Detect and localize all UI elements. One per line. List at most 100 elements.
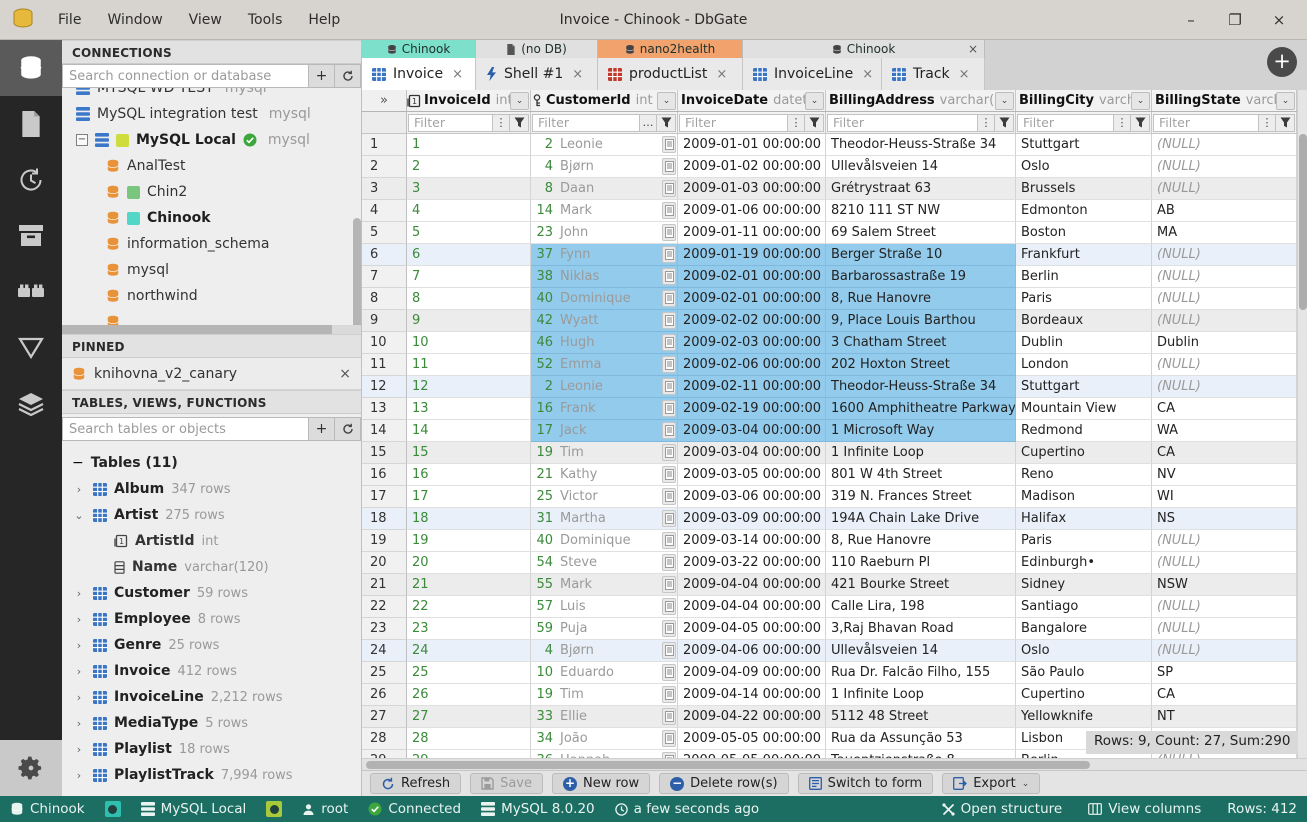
tab-invoiceline[interactable]: InvoiceLine × xyxy=(743,58,882,90)
cell-date[interactable]: 2009-02-01 00:00:00 xyxy=(678,266,826,288)
connection-item-chinook[interactable]: Chinook xyxy=(62,205,361,231)
cell-date[interactable]: 2009-03-14 00:00:00 xyxy=(678,530,826,552)
connection-item-analtest[interactable]: AnalTest xyxy=(62,153,361,179)
cell-addr[interactable]: 8210 111 ST NW xyxy=(826,200,1016,222)
restore-button[interactable]: ❐ xyxy=(1225,11,1245,29)
collapse-toggle[interactable]: − xyxy=(72,455,84,471)
cell-cust[interactable]: 19 Tim xyxy=(531,442,678,464)
cell-cust[interactable]: 40 Dominique xyxy=(531,288,678,310)
row-number[interactable]: 15 xyxy=(362,442,407,464)
row-number[interactable]: 29 xyxy=(362,750,407,758)
grid-vertical-scrollbar[interactable] xyxy=(1297,90,1307,758)
connections-vertical-scrollbar[interactable] xyxy=(353,218,361,334)
cell-date[interactable]: 2009-04-09 00:00:00 xyxy=(678,662,826,684)
cell-city[interactable]: London xyxy=(1016,354,1152,376)
column-header-addr[interactable]: BillingAddress varchar(70⌄ xyxy=(826,90,1016,111)
rail-item-layers[interactable] xyxy=(0,376,62,432)
close-tab-icon[interactable]: × xyxy=(572,67,583,82)
cell-state[interactable]: (NULL) xyxy=(1152,266,1297,288)
cell-cust[interactable]: 59 Puja xyxy=(531,618,678,640)
cell-state[interactable]: (NULL) xyxy=(1152,244,1297,266)
filter-input-state[interactable] xyxy=(1153,113,1259,132)
cell-city[interactable]: Paris xyxy=(1016,288,1152,310)
cell-state[interactable]: NSW xyxy=(1152,574,1297,596)
cell-state[interactable]: CA xyxy=(1152,684,1297,706)
cell-city[interactable]: Stuttgart xyxy=(1016,376,1152,398)
rail-item-history[interactable] xyxy=(0,152,62,208)
expand-chevron-icon[interactable]: › xyxy=(72,587,86,600)
expand-chevron-icon[interactable]: › xyxy=(72,769,86,782)
cell-date[interactable]: 2009-02-11 00:00:00 xyxy=(678,376,826,398)
cell-state[interactable]: (NULL) xyxy=(1152,640,1297,662)
cell-addr[interactable]: Barbarossastraße 19 xyxy=(826,266,1016,288)
grid-horizontal-scrollbar[interactable] xyxy=(362,758,1307,770)
status-root[interactable]: root xyxy=(302,801,348,817)
cell-state[interactable]: WA xyxy=(1152,420,1297,442)
close-tab-icon[interactable]: × xyxy=(959,67,970,82)
tab-productlist[interactable]: productList × xyxy=(598,58,743,90)
cell-id[interactable]: 17 xyxy=(407,486,531,508)
row-number[interactable]: 14 xyxy=(362,420,407,442)
connection-item-northwind[interactable]: northwind xyxy=(62,283,361,309)
cell-id[interactable]: 12 xyxy=(407,376,531,398)
cell-city[interactable]: Paris xyxy=(1016,530,1152,552)
cell-date[interactable]: 2009-02-03 00:00:00 xyxy=(678,332,826,354)
cell-id[interactable]: 15 xyxy=(407,442,531,464)
status-mysql-local[interactable]: MySQL Local xyxy=(140,801,246,817)
connection-item-information_schema[interactable]: information_schema xyxy=(62,231,361,257)
cell-state[interactable]: (NULL) xyxy=(1152,552,1297,574)
column-menu-button[interactable]: ⌄ xyxy=(805,91,824,110)
cell-date[interactable]: 2009-03-04 00:00:00 xyxy=(678,442,826,464)
cell-date[interactable]: 2009-01-11 00:00:00 xyxy=(678,222,826,244)
cell-cust[interactable]: 54 Steve xyxy=(531,552,678,574)
filter-input-id[interactable] xyxy=(408,113,493,132)
cell-city[interactable]: Bordeaux xyxy=(1016,310,1152,332)
row-number[interactable]: 3 xyxy=(362,178,407,200)
row-number[interactable]: 1 xyxy=(362,134,407,156)
cell-date[interactable]: 2009-04-06 00:00:00 xyxy=(678,640,826,662)
cell-cust[interactable]: 4 Bjørn xyxy=(531,156,678,178)
cell-city[interactable]: Oslo xyxy=(1016,640,1152,662)
row-number[interactable]: 20 xyxy=(362,552,407,574)
filter-more-button[interactable]: ⋮ xyxy=(978,113,995,132)
tab-group-0[interactable]: Chinook xyxy=(362,40,476,58)
cell-addr[interactable]: 3 Chatham Street xyxy=(826,332,1016,354)
rail-item-filter[interactable] xyxy=(0,320,62,376)
connection-item-mysql-local[interactable]: − MySQL Local mysql xyxy=(62,127,361,153)
status-open-structure[interactable]: Open structure xyxy=(941,801,1062,817)
filter-more-button[interactable]: … xyxy=(640,113,657,132)
add-connection-button[interactable]: + xyxy=(309,64,335,88)
cell-cust[interactable]: 46 Hugh xyxy=(531,332,678,354)
open-reference-button[interactable] xyxy=(662,466,676,483)
connection-item-mysql-wd-test[interactable]: MYSQL WD TEST mysql xyxy=(62,88,361,101)
cell-addr[interactable]: 1600 Amphitheatre Parkway xyxy=(826,398,1016,420)
cell-cust[interactable]: 4 Bjørn xyxy=(531,640,678,662)
cell-id[interactable]: 20 xyxy=(407,552,531,574)
cell-city[interactable]: Cupertino xyxy=(1016,684,1152,706)
cell-addr[interactable]: Grétrystraat 63 xyxy=(826,178,1016,200)
cell-date[interactable]: 2009-01-19 00:00:00 xyxy=(678,244,826,266)
cell-state[interactable]: (NULL) xyxy=(1152,596,1297,618)
cell-city[interactable]: Sidney xyxy=(1016,574,1152,596)
cell-id[interactable]: 25 xyxy=(407,662,531,684)
filter-input-addr[interactable] xyxy=(827,113,978,132)
row-number[interactable]: 6 xyxy=(362,244,407,266)
status-rows-412[interactable]: Rows: 412 xyxy=(1227,801,1297,817)
cell-city[interactable]: Mountain View xyxy=(1016,398,1152,420)
open-reference-button[interactable] xyxy=(662,202,676,219)
expand-chevron-icon[interactable]: › xyxy=(72,613,86,626)
cell-addr[interactable]: Berger Straße 10 xyxy=(826,244,1016,266)
cell-city[interactable]: Santiago xyxy=(1016,596,1152,618)
column-item-artistid[interactable]: 1 ArtistId int xyxy=(62,528,361,554)
tab-group-2[interactable]: nano2health xyxy=(598,40,743,58)
filter-funnel-button[interactable] xyxy=(995,113,1014,132)
expand-chevron-icon[interactable]: › xyxy=(72,639,86,652)
expand-all-button[interactable]: » xyxy=(362,90,407,111)
expand-chevron-icon[interactable]: ⌄ xyxy=(72,509,86,522)
cell-addr[interactable]: 3,Raj Bhavan Road xyxy=(826,618,1016,640)
cell-city[interactable]: Frankfurt xyxy=(1016,244,1152,266)
tables-search-input[interactable] xyxy=(62,417,309,441)
cell-cust[interactable]: 34 João xyxy=(531,728,678,750)
cell-id[interactable]: 16 xyxy=(407,464,531,486)
table-item-invoice[interactable]: › Invoice 412 rows xyxy=(62,658,361,684)
